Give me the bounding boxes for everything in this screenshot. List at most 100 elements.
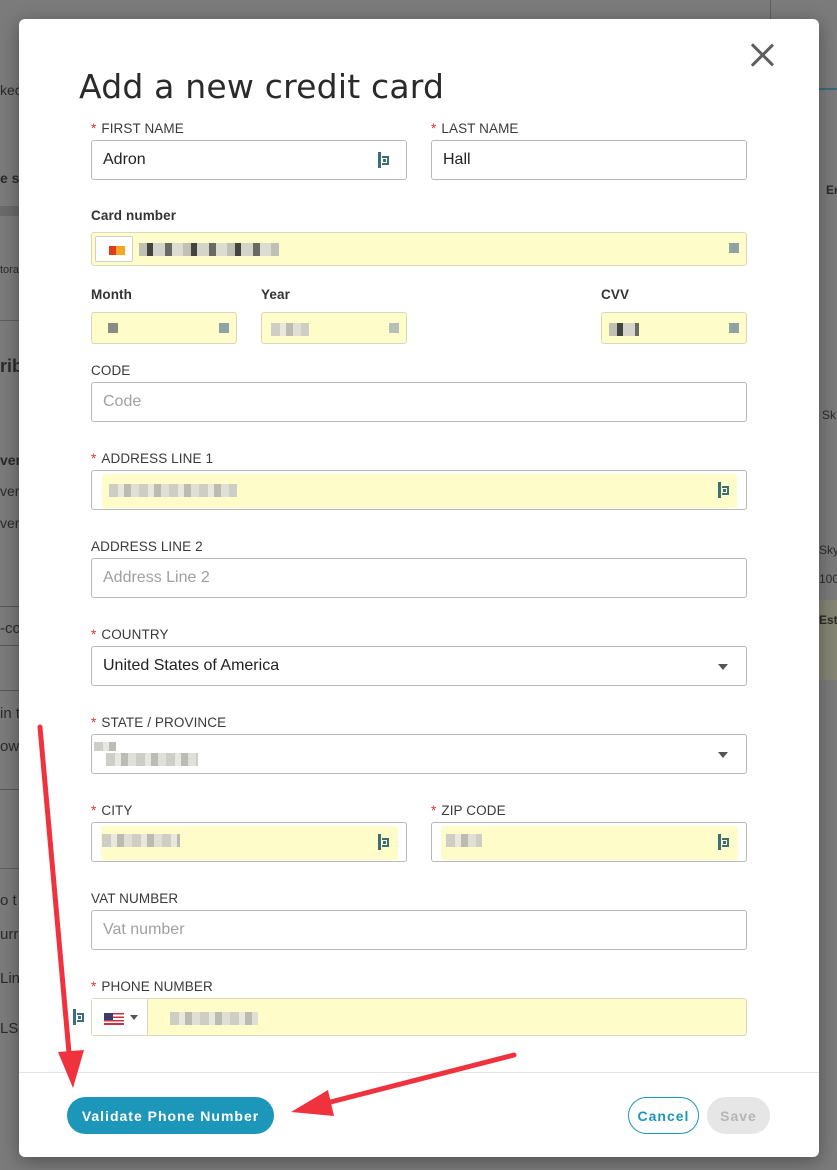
chevron-down-icon: [718, 664, 728, 670]
password-manager-icon[interactable]: [378, 152, 390, 168]
state-label: * STATE / PROVINCE: [91, 715, 226, 730]
first-name-input[interactable]: Adron: [91, 140, 407, 180]
field-status-icon: [389, 323, 399, 333]
footer-divider: [19, 1072, 819, 1073]
first-name-label: * FIRST NAME: [91, 121, 184, 136]
city-redacted: [102, 834, 180, 847]
zip-code-redacted: [446, 834, 482, 847]
last-name-value: Hall: [443, 151, 471, 168]
year-redacted: [271, 323, 309, 336]
bg-text: in t: [0, 705, 21, 722]
password-manager-icon[interactable]: [718, 834, 730, 850]
city-label: * CITY: [91, 803, 133, 818]
vat-number-label: VAT NUMBER: [91, 891, 179, 906]
autofill-highlight: [441, 826, 738, 860]
field-status-icon: [729, 323, 739, 333]
zip-code-input[interactable]: [431, 822, 747, 862]
password-manager-icon[interactable]: [718, 482, 730, 498]
bg-divider: [0, 320, 20, 321]
bg-text: -co: [0, 620, 21, 637]
card-number-redacted: [139, 243, 279, 256]
phone-number-label-text: PHONE NUMBER: [101, 979, 213, 994]
country-code-select[interactable]: [92, 999, 148, 1035]
required-marker: *: [91, 803, 97, 818]
city-label-text: CITY: [101, 803, 133, 818]
bg-text: Sk: [822, 408, 837, 422]
required-marker: *: [431, 803, 437, 818]
chevron-down-icon: [718, 752, 728, 758]
bg-text: Lin: [0, 970, 21, 987]
year-input[interactable]: [261, 312, 407, 344]
month-label: Month: [91, 287, 132, 302]
validate-phone-number-button[interactable]: Validate Phone Number: [67, 1097, 274, 1134]
month-redacted: [108, 323, 118, 333]
country-value: United States of America: [103, 657, 280, 674]
zip-code-label: * ZIP CODE: [431, 803, 506, 818]
bg-text: e s: [0, 170, 20, 186]
required-marker: *: [431, 121, 437, 136]
bg-text: LS: [0, 1020, 19, 1037]
state-label-text: STATE / PROVINCE: [101, 715, 227, 730]
first-name-label-text: FIRST NAME: [101, 121, 184, 136]
required-marker: *: [91, 627, 97, 642]
us-flag-icon: [104, 1013, 124, 1025]
card-number-label: Card number: [91, 208, 177, 223]
cancel-button[interactable]: Cancel: [628, 1097, 699, 1134]
chevron-down-icon: [130, 1015, 138, 1020]
cvv-label: CVV: [601, 287, 630, 302]
bg-text: ver: [0, 515, 20, 531]
bg-text: tora: [0, 264, 19, 276]
bg-text: o t: [0, 892, 17, 909]
state-redacted: [94, 742, 116, 751]
year-label: Year: [261, 287, 290, 302]
modal-title: Add a new credit card: [79, 67, 445, 106]
cvv-input[interactable]: [601, 312, 747, 344]
bg-text: ver: [0, 452, 22, 468]
bg-text: En: [826, 183, 837, 197]
card-number-input[interactable]: [91, 232, 747, 266]
bg-divider: [0, 868, 20, 869]
password-manager-icon[interactable]: [73, 1009, 85, 1025]
cvv-redacted: [609, 323, 639, 336]
month-input[interactable]: [91, 312, 237, 344]
required-marker: *: [91, 121, 97, 136]
password-manager-icon[interactable]: [378, 834, 390, 850]
last-name-label-text: LAST NAME: [441, 121, 519, 136]
address-line-1-input[interactable]: [91, 470, 747, 510]
bg-divider: [770, 0, 771, 19]
address-line-2-input[interactable]: Address Line 2: [91, 558, 747, 598]
bg-text: Est: [819, 613, 837, 627]
country-label: * COUNTRY: [91, 627, 169, 642]
code-label: CODE: [91, 363, 131, 378]
bg-divider: [819, 88, 837, 90]
country-select[interactable]: United States of America: [91, 646, 747, 686]
required-marker: *: [91, 451, 97, 466]
bg-text: ow: [0, 738, 20, 755]
bg-text: 100: [819, 572, 837, 586]
address-line-1-label-text: ADDRESS LINE 1: [101, 451, 214, 466]
card-brand-icon: [95, 236, 133, 262]
last-name-input[interactable]: Hall: [431, 140, 747, 180]
field-status-icon: [729, 243, 739, 253]
close-icon[interactable]: [748, 41, 776, 69]
save-button[interactable]: Save: [707, 1097, 770, 1134]
state-select[interactable]: [91, 734, 747, 774]
vat-number-placeholder: Vat number: [103, 921, 185, 938]
bg-text: ver: [0, 483, 20, 499]
country-label-text: COUNTRY: [101, 627, 169, 642]
address-line-1-redacted: [109, 484, 237, 497]
bg-text: Sky: [819, 543, 837, 557]
phone-number-input[interactable]: [91, 998, 747, 1036]
phone-number-label: * PHONE NUMBER: [91, 979, 213, 994]
vat-number-input[interactable]: Vat number: [91, 910, 747, 950]
add-credit-card-modal: Add a new credit card * FIRST NAME Adron …: [19, 19, 819, 1157]
city-input[interactable]: [91, 822, 407, 862]
phone-number-redacted: [170, 1012, 258, 1025]
zip-code-label-text: ZIP CODE: [441, 803, 506, 818]
required-marker: *: [91, 715, 97, 730]
code-input[interactable]: Code: [91, 382, 747, 422]
bg-divider: [0, 206, 20, 216]
first-name-value: Adron: [103, 151, 146, 168]
last-name-label: * LAST NAME: [431, 121, 519, 136]
field-status-icon: [219, 323, 229, 333]
